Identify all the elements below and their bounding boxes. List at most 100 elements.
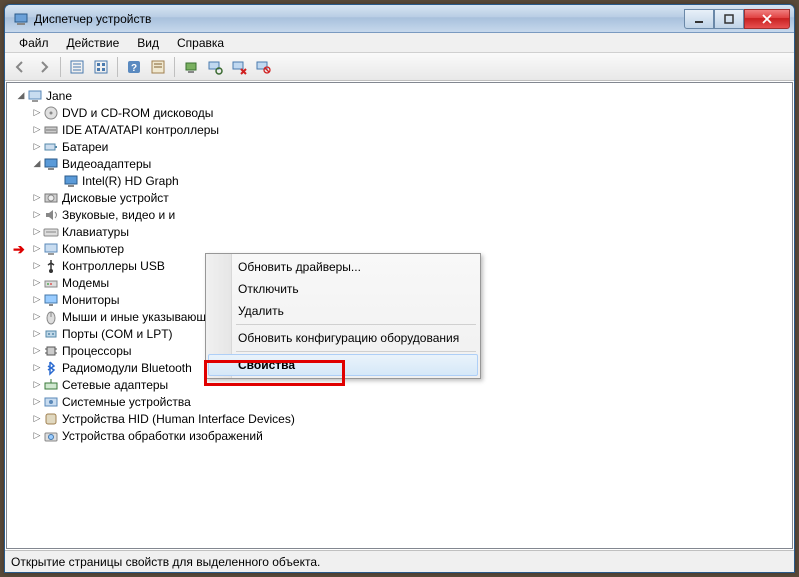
expand-icon[interactable]: ▷ [31, 243, 43, 254]
device-category-icon [43, 326, 59, 342]
device-category-icon [43, 207, 59, 223]
content-area: ◢ Jane ▷ DVD и CD-ROM дисководы ▷ IDE ATA/A… [6, 82, 793, 549]
tree-root[interactable]: ◢ Jane [11, 87, 792, 104]
device-category-icon [43, 224, 59, 240]
device-category-icon [43, 360, 59, 376]
device-category-icon [43, 394, 59, 410]
app-icon [13, 11, 29, 27]
tree-item-label: Радиомодули Bluetooth [62, 361, 192, 375]
tree-item[interactable]: Intel(R) HD Graph [11, 172, 792, 189]
toolbar: ? [5, 53, 794, 81]
device-icon [63, 173, 79, 189]
tree-item-label: Модемы [62, 276, 109, 290]
expand-icon[interactable]: ▷ [31, 294, 43, 305]
expand-icon[interactable]: ▷ [31, 430, 43, 441]
expand-icon[interactable]: ▷ [31, 328, 43, 339]
tree-item[interactable]: ▷ Клавиатуры [11, 223, 792, 240]
device-category-icon [43, 275, 59, 291]
maximize-button[interactable] [714, 9, 744, 29]
expand-icon[interactable]: ▷ [31, 124, 43, 135]
toolbar-scan-icon[interactable] [204, 56, 226, 78]
expand-icon[interactable]: ▷ [31, 107, 43, 118]
device-category-icon [43, 122, 59, 138]
device-category-icon [43, 411, 59, 427]
collapse-icon[interactable]: ◢ [15, 90, 27, 101]
tree-item-label: DVD и CD-ROM дисководы [62, 106, 213, 120]
toolbar-uninstall-icon[interactable] [228, 56, 250, 78]
context-menu: Обновить драйверы... Отключить Удалить О… [205, 253, 481, 379]
tree-item-label: Компьютер [62, 242, 124, 256]
tree-item-label: Процессоры [62, 344, 132, 358]
toolbar-disable-icon[interactable] [252, 56, 274, 78]
tree-item-label: Контроллеры USB [62, 259, 165, 273]
tree-item-label: IDE ATA/ATAPI контроллеры [62, 123, 219, 137]
menu-view[interactable]: Вид [129, 34, 167, 52]
tree-item[interactable]: ▷ Системные устройства [11, 393, 792, 410]
context-scan-hardware[interactable]: Обновить конфигурацию оборудования [208, 327, 478, 349]
tree-item-label: Батареи [62, 140, 108, 154]
tree-item-label: Сетевые адаптеры [62, 378, 168, 392]
toolbar-properties-icon[interactable] [147, 56, 169, 78]
device-category-icon [43, 292, 59, 308]
tree-item[interactable]: ▷ Устройства HID (Human Interface Devices… [11, 410, 792, 427]
tree-item[interactable]: ▷ Батареи [11, 138, 792, 155]
tree-item-label: Мониторы [62, 293, 119, 307]
device-category-icon [43, 258, 59, 274]
toolbar-help-icon[interactable]: ? [123, 56, 145, 78]
window-controls [684, 9, 790, 29]
toolbar-details-icon[interactable] [66, 56, 88, 78]
expand-icon[interactable]: ▷ [31, 311, 43, 322]
tree-item[interactable]: ▷ DVD и CD-ROM дисководы [11, 104, 792, 121]
menu-file[interactable]: Файл [11, 34, 57, 52]
expand-icon[interactable]: ▷ [31, 226, 43, 237]
tree-item-label: Видеоадаптеры [62, 157, 151, 171]
toolbar-update-icon[interactable] [180, 56, 202, 78]
menu-action[interactable]: Действие [59, 34, 128, 52]
close-button[interactable] [744, 9, 790, 29]
device-category-icon [43, 156, 59, 172]
expand-icon[interactable]: ▷ [31, 277, 43, 288]
expand-icon[interactable]: ▷ [31, 141, 43, 152]
tree-item[interactable]: ◢ Видеоадаптеры [11, 155, 792, 172]
context-properties[interactable]: Свойства [208, 354, 478, 376]
window-title: Диспетчер устройств [34, 12, 684, 26]
tree-item[interactable]: ▷ Звуковые, видео и и [11, 206, 792, 223]
titlebar: Диспетчер устройств [5, 5, 794, 33]
forward-button[interactable] [33, 56, 55, 78]
device-category-icon [43, 377, 59, 393]
expand-icon[interactable]: ▷ [31, 209, 43, 220]
expand-icon[interactable]: ▷ [31, 345, 43, 356]
svg-text:?: ? [131, 63, 137, 74]
toolbar-list-icon[interactable] [90, 56, 112, 78]
tree-item-label: Порты (COM и LPT) [62, 327, 173, 341]
expand-icon[interactable]: ▷ [31, 396, 43, 407]
tree-item-label: Клавиатуры [62, 225, 129, 239]
expand-icon[interactable]: ◢ [31, 158, 43, 169]
device-category-icon [43, 241, 59, 257]
device-category-icon [43, 309, 59, 325]
menu-help[interactable]: Справка [169, 34, 232, 52]
tree-item[interactable]: ▷Устройства обработки изображений [11, 427, 792, 444]
minimize-button[interactable] [684, 9, 714, 29]
context-update-drivers[interactable]: Обновить драйверы... [208, 256, 478, 278]
tree-item-label: Системные устройства [62, 395, 191, 409]
expand-icon[interactable]: ▷ [31, 362, 43, 373]
device-manager-window: Диспетчер устройств Файл Действие Вид Сп… [4, 4, 795, 573]
device-category-icon [43, 139, 59, 155]
expand-icon[interactable]: ▷ [31, 192, 43, 203]
context-delete[interactable]: Удалить [208, 300, 478, 322]
device-category-icon [43, 190, 59, 206]
menubar: Файл Действие Вид Справка [5, 33, 794, 53]
tree-item[interactable]: ▷ IDE ATA/ATAPI контроллеры [11, 121, 792, 138]
tree-item[interactable]: ▷ Дисковые устройст [11, 189, 792, 206]
context-disable[interactable]: Отключить [208, 278, 478, 300]
tree-item-label: Дисковые устройст [62, 191, 169, 205]
expand-icon[interactable]: ▷ [31, 379, 43, 390]
expand-icon[interactable]: ▷ [31, 260, 43, 271]
back-button[interactable] [9, 56, 31, 78]
expand-icon[interactable]: ▷ [31, 413, 43, 424]
root-label: Jane [46, 89, 72, 103]
tree-item-label: Устройства HID (Human Interface Devices) [62, 412, 295, 426]
tree-item-label: Звуковые, видео и и [62, 208, 175, 222]
computer-icon [27, 88, 43, 104]
